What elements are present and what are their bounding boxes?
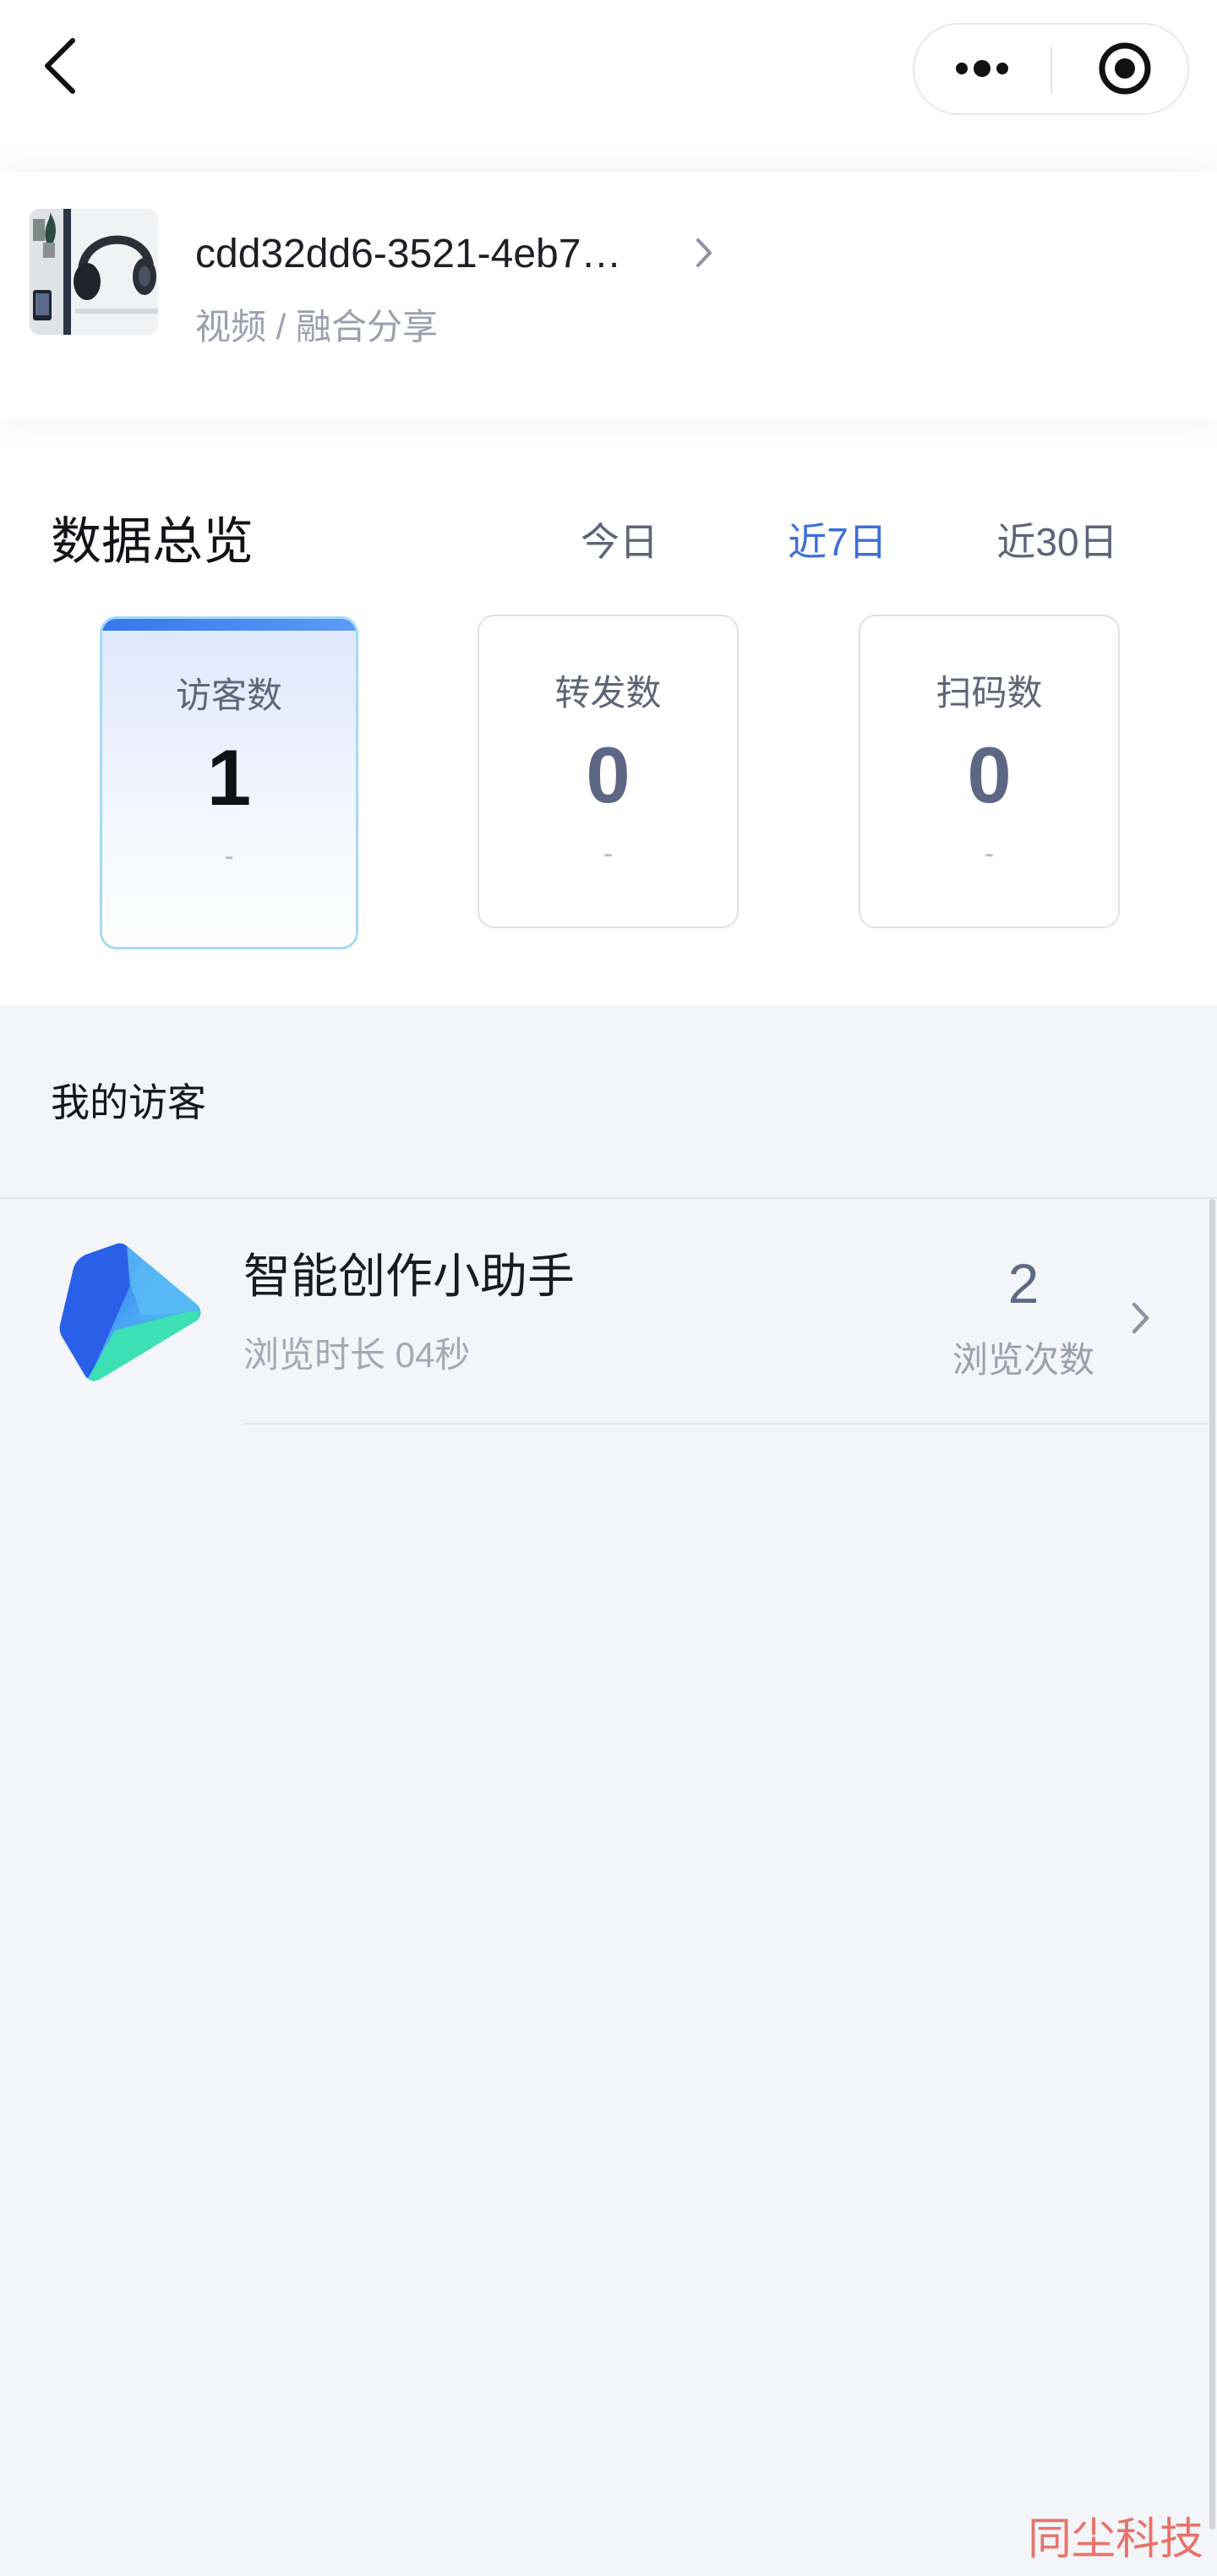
- visitors-title: 我的访客: [51, 1080, 206, 1124]
- stat-card-visitors[interactable]: 访客数 1 -: [100, 616, 358, 949]
- stat-value: 1: [206, 733, 252, 822]
- visitor-row[interactable]: 智能创作小助手 浏览时长 04秒 2 浏览次数: [0, 1199, 1209, 1423]
- stat-delta: -: [984, 838, 995, 870]
- target-icon: [1099, 42, 1151, 95]
- stat-label: 访客数: [175, 675, 282, 715]
- tab-last-30-days[interactable]: 近30日: [956, 518, 1159, 566]
- mini-program-capsule: [913, 23, 1189, 115]
- more-button[interactable]: [914, 25, 1050, 113]
- chevron-right-icon: [1127, 1297, 1153, 1339]
- tab-today[interactable]: 今日: [535, 518, 704, 566]
- app-logo-icon: [56, 1239, 204, 1386]
- overview-title: 数据总览: [51, 513, 254, 570]
- content-card[interactable]: cdd32dd6-3521-4eb7… 视频 / 融合分享: [0, 172, 1217, 418]
- chevron-left-icon: [45, 38, 75, 94]
- capsule-divider: [1051, 46, 1052, 94]
- stat-card-highlight-bar: [479, 616, 737, 628]
- content-detail-button[interactable]: [691, 233, 717, 272]
- stat-delta: -: [224, 840, 234, 872]
- visitor-duration: 浏览时长 04秒: [243, 1335, 471, 1375]
- visitor-view-count: 2: [1007, 1252, 1040, 1315]
- stat-delta: -: [603, 838, 614, 870]
- back-button[interactable]: [37, 34, 88, 98]
- visitor-view-count-label: 浏览次数: [952, 1340, 1094, 1380]
- stat-value: 0: [586, 730, 630, 819]
- more-dots-icon: [956, 60, 1008, 77]
- stat-card-highlight-bar: [860, 616, 1118, 628]
- watermark: 同尘科技: [1028, 2514, 1204, 2565]
- content-subtitle: 视频 / 融合分享: [195, 307, 439, 347]
- row-divider: [243, 1423, 1209, 1425]
- stat-card-shares[interactable]: 转发数 0 -: [478, 615, 739, 928]
- scrollbar[interactable]: [1209, 1199, 1215, 2530]
- visitor-name: 智能创作小助手: [243, 1250, 575, 1303]
- stat-label: 转发数: [554, 673, 662, 713]
- chevron-right-icon: [696, 238, 712, 267]
- video-thumbnail: [30, 209, 158, 335]
- content-title: cdd32dd6-3521-4eb7…: [195, 232, 622, 276]
- stat-value: 0: [967, 730, 1012, 819]
- close-miniprogram-button[interactable]: [1053, 25, 1187, 113]
- stat-card-scans[interactable]: 扫码数 0 -: [859, 615, 1120, 928]
- tab-last-7-days[interactable]: 近7日: [753, 518, 922, 566]
- stat-card-highlight-bar: [102, 619, 356, 631]
- stat-label: 扫码数: [936, 673, 1043, 713]
